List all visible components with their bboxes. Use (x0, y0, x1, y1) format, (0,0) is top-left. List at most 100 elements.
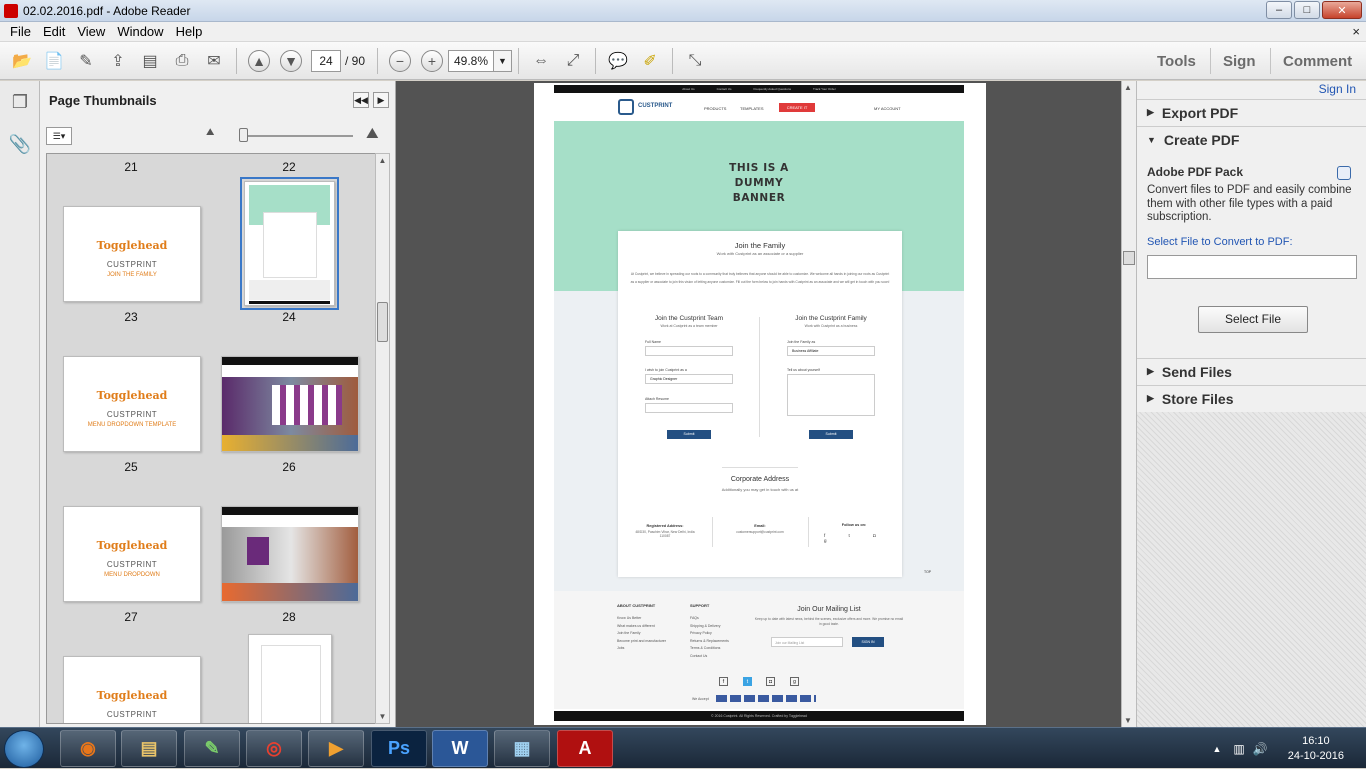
scrollbar-thumb[interactable] (1123, 251, 1135, 265)
attachments-icon[interactable]: 📎 (7, 131, 33, 157)
menu-edit[interactable]: Edit (37, 24, 71, 39)
thumbnail-scrollbar[interactable]: ▲ ▼ (375, 153, 390, 724)
menu-help[interactable]: Help (170, 24, 209, 39)
page-number-input[interactable]: 24 (311, 50, 341, 72)
edit-icon[interactable]: ✎ (72, 47, 100, 75)
zoom-input[interactable]: 49.8% (448, 50, 494, 72)
navigation-pane: ❐ 📎 (0, 81, 40, 727)
file-path-input[interactable] (1147, 255, 1357, 279)
scroll-down-icon[interactable]: ▼ (1124, 716, 1132, 725)
create-pdf-section[interactable]: ▼Create PDF (1137, 126, 1366, 152)
maximize-button[interactable]: □ (1294, 1, 1320, 19)
print-icon[interactable]: ⎙ (168, 47, 196, 75)
scroll-down-icon[interactable]: ▼ (377, 712, 388, 721)
notepad-icon[interactable]: ✎ (184, 730, 240, 767)
store-files-section[interactable]: ▶Store Files (1137, 385, 1366, 411)
thumbnail-size-slider[interactable] (241, 135, 353, 137)
window-title: 02.02.2016.pdf - Adobe Reader (23, 4, 190, 18)
small-thumbnail-icon[interactable]: ⛰ (206, 127, 214, 138)
fit-width-icon[interactable]: ⇔ (527, 47, 555, 75)
sign-button[interactable]: Sign (1223, 42, 1256, 80)
mailing-input: Join our Mailing List (771, 637, 843, 647)
thumbnail-page-28[interactable] (221, 506, 359, 602)
fullscreen-icon[interactable]: ⤡ (681, 47, 709, 75)
topbar-link: About Us (682, 87, 694, 91)
page-thumbnails-icon[interactable]: ❐ (7, 89, 33, 115)
corporate-subtitle: Additionally you may get in touch with u… (618, 487, 902, 492)
thumbnail-page-24[interactable] (244, 181, 335, 306)
email-label: Email: (722, 524, 798, 528)
zoom-dropdown-icon[interactable]: ▼ (494, 50, 512, 72)
close-button[interactable]: ✕ (1322, 1, 1362, 19)
menu-view[interactable]: View (71, 24, 111, 39)
pdf-page: About Us Contact Us Frequently Asked Que… (534, 83, 986, 725)
thumbnail-page-26[interactable] (221, 356, 359, 452)
thumb-footer (249, 280, 330, 300)
acrobat-icon[interactable]: A (557, 730, 613, 767)
join-family-card: Join the Family Work with Custprint as a… (618, 231, 902, 577)
scrollbar-thumb[interactable] (377, 302, 388, 342)
next-page-button[interactable]: ▼ (277, 47, 305, 75)
highlight-icon[interactable]: ✐ (636, 47, 664, 75)
thumbnail-page-23[interactable]: Togglehead CUSTPRINT JOIN THE FAMILY (63, 206, 201, 302)
slider-handle[interactable] (239, 128, 248, 142)
sign-in-link[interactable]: Sign In (1319, 82, 1356, 96)
tools-button[interactable]: Tools (1157, 42, 1196, 80)
join-as-select: Business Affiliate (787, 346, 875, 356)
options-menu-icon[interactable]: ☰▾ (46, 127, 72, 145)
comment-button[interactable]: Comment (1283, 42, 1352, 80)
thumbnail-page-25[interactable]: Togglehead CUSTPRINT MENU DROPDOWN TEMPL… (63, 356, 201, 452)
save-icon[interactable]: ▤ (136, 47, 164, 75)
menu-bar: File Edit View Window Help × (0, 22, 1366, 42)
document-scrollbar[interactable]: ▲ ▼ (1121, 81, 1136, 727)
family-title: Join the Custprint Family (760, 315, 902, 322)
collapse-panel-icon[interactable]: ◀◀ (353, 92, 369, 108)
explorer-icon[interactable]: ▤ (121, 730, 177, 767)
thumbnail-page-27[interactable]: Togglehead CUSTPRINT MENU DROPDOWN (63, 506, 201, 602)
zoom-in-button[interactable]: + (418, 47, 446, 75)
registered-label: Registered Address: (630, 524, 700, 528)
menu-file[interactable]: File (4, 24, 37, 39)
open-icon[interactable]: 📂 (8, 47, 36, 75)
site-nav: CUSTPRINT PRODUCTS TEMPLATES CREATE IT M… (554, 93, 964, 121)
close-document-icon[interactable]: × (1352, 24, 1360, 39)
family-submit: Submit (809, 430, 853, 439)
select-file-button[interactable]: Select File (1198, 306, 1308, 333)
photoshop-icon[interactable]: Ps (371, 730, 427, 767)
email-icon[interactable]: ✉ (200, 47, 228, 75)
firefox-icon[interactable]: ◉ (60, 730, 116, 767)
image-icon[interactable]: ▦ (494, 730, 550, 767)
create-pdf-icon[interactable]: 📄 (40, 47, 68, 75)
zoom-out-button[interactable]: − (386, 47, 414, 75)
pack-info-icon[interactable] (1337, 166, 1351, 180)
title-bar: 02.02.2016.pdf - Adobe Reader – □ ✕ (0, 0, 1366, 22)
menu-window[interactable]: Window (111, 24, 169, 39)
clock[interactable]: 16:10 24-10-2016 (1288, 734, 1344, 764)
thumbnail-page-29[interactable]: Togglehead CUSTPRINT (63, 656, 201, 724)
chrome-icon[interactable]: ◎ (246, 730, 302, 767)
word-icon[interactable]: W (432, 730, 488, 767)
taskbar: ◉ ▤ ✎ ◎ ▶ Ps W ▦ A ▲ ▥ 🔊 16:10 24-10-201… (0, 727, 1366, 768)
nav-products: PRODUCTS (704, 106, 726, 111)
comment-icon[interactable]: 💬 (604, 47, 632, 75)
custprint-logo-icon (618, 99, 634, 115)
volume-icon[interactable]: 🔊 (1253, 742, 1268, 756)
scroll-up-icon[interactable]: ▲ (1124, 83, 1132, 92)
scroll-up-icon[interactable]: ▲ (377, 156, 388, 165)
start-button[interactable] (4, 730, 44, 768)
minimize-button[interactable]: – (1266, 1, 1292, 19)
expand-panel-icon[interactable]: ▶ (373, 92, 389, 108)
send-files-section[interactable]: ▶Send Files (1137, 358, 1366, 384)
export-pdf-section[interactable]: ▶Export PDF (1137, 99, 1366, 125)
show-hidden-icons[interactable]: ▲ (1213, 744, 1222, 754)
thumbnail-page-30[interactable] (248, 634, 332, 724)
fit-page-icon[interactable]: ⤢ (559, 47, 587, 75)
thumbnail-label: 26 (259, 460, 319, 474)
upload-icon[interactable]: ⇪ (104, 47, 132, 75)
large-thumbnail-icon[interactable]: ⛰ (366, 125, 379, 142)
media-icon[interactable]: ▶ (308, 730, 364, 767)
create-pdf-label: Create PDF (1164, 132, 1239, 148)
mailing-button: SIGN IN (852, 637, 884, 647)
network-icon[interactable]: ▥ (1233, 742, 1244, 756)
previous-page-button[interactable]: ▲ (245, 47, 273, 75)
